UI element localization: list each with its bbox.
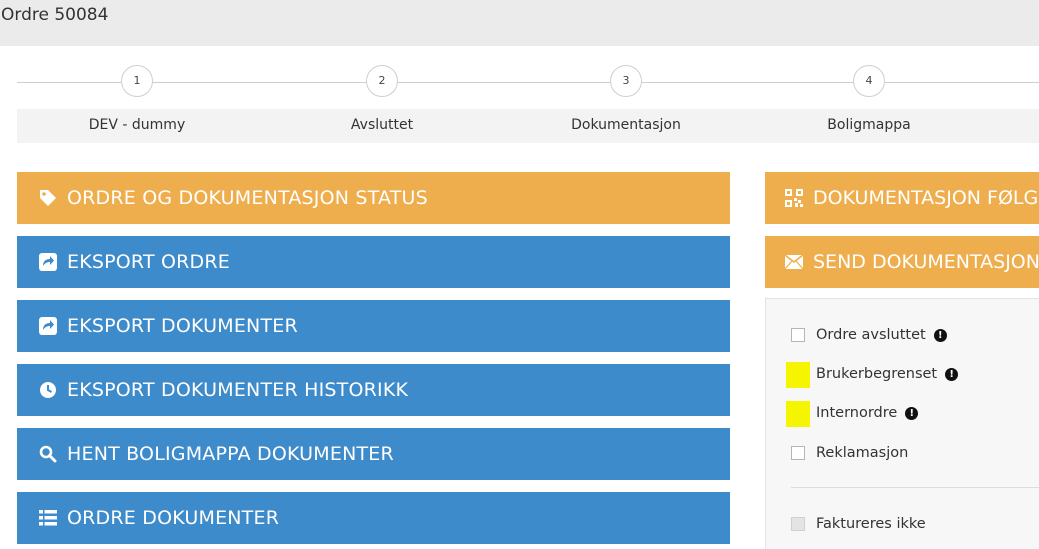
option-label: Reklamasjon	[816, 445, 909, 461]
button-label: EKSPORT DOKUMENTER	[67, 315, 298, 337]
clock-icon	[37, 379, 59, 401]
envelope-icon	[783, 251, 805, 273]
export-order-button[interactable]: EKSPORT ORDRE	[17, 236, 730, 288]
qrcode-icon	[783, 187, 805, 209]
tag-icon	[37, 187, 59, 209]
button-label: HENT BOLIGMAPPA DOKUMENTER	[67, 443, 394, 465]
option-label: Brukerbegrenset	[816, 366, 938, 382]
step-label[interactable]: DEV - dummy	[17, 117, 257, 133]
info-icon[interactable]: !	[933, 328, 947, 342]
option-not-invoiced[interactable]: Faktureres ikke	[791, 516, 926, 532]
send-documentation-button[interactable]: SEND DOKUMENTASJON	[765, 236, 1039, 288]
button-label: SEND DOKUMENTASJON	[813, 251, 1039, 273]
step-label[interactable]: Avsluttet	[262, 117, 502, 133]
checkbox	[791, 517, 805, 531]
info-icon[interactable]: !	[945, 367, 959, 381]
documentation-follow-button[interactable]: DOKUMENTASJON FØLG	[765, 172, 1039, 224]
info-icon[interactable]: !	[905, 406, 919, 420]
export-documents-button[interactable]: EKSPORT DOKUMENTER	[17, 300, 730, 352]
step-number[interactable]: 1	[121, 65, 153, 97]
option-complaint[interactable]: Reklamasjon	[791, 445, 908, 461]
stepper-line	[17, 82, 1039, 83]
button-label: DOKUMENTASJON FØLG	[813, 187, 1039, 209]
button-label: EKSPORT ORDRE	[67, 251, 230, 273]
export-documents-history-button[interactable]: EKSPORT DOKUMENTER HISTORIKK	[17, 364, 730, 416]
divider	[791, 487, 1039, 488]
checkbox[interactable]	[791, 446, 805, 460]
checkbox[interactable]	[791, 328, 805, 342]
highlight-marker	[786, 362, 810, 388]
option-label: Faktureres ikke	[816, 516, 926, 532]
button-label: ORDRE OG DOKUMENTASJON STATUS	[67, 187, 428, 209]
share-icon	[37, 315, 59, 337]
search-icon	[37, 443, 59, 465]
order-documents-button[interactable]: ORDRE DOKUMENTER	[17, 492, 730, 544]
highlight-marker	[786, 401, 810, 427]
step-number[interactable]: 4	[853, 65, 885, 97]
option-order-closed[interactable]: Ordre avsluttet !	[791, 327, 947, 343]
step-label[interactable]: Dokumentasjon	[506, 117, 746, 133]
fetch-boligmappa-documents-button[interactable]: HENT BOLIGMAPPA DOKUMENTER	[17, 428, 730, 480]
option-label: Ordre avsluttet	[816, 327, 926, 343]
button-label: ORDRE DOKUMENTER	[67, 507, 280, 529]
option-user-restricted[interactable]: Brukerbegrenset !	[791, 366, 959, 382]
list-icon	[37, 507, 59, 529]
progress-stepper: 1 2 3 4 DEV - dummy Avsluttet Dokumentas…	[0, 55, 1039, 150]
button-label: EKSPORT DOKUMENTER HISTORIKK	[67, 379, 409, 401]
option-internal-order[interactable]: Internordre !	[791, 405, 919, 421]
top-bar: Ordre 50084	[0, 0, 1039, 46]
share-icon	[37, 251, 59, 273]
option-label: Internordre	[816, 405, 898, 421]
step-label[interactable]: Boligmappa	[749, 117, 989, 133]
step-labels: DEV - dummy Avsluttet Dokumentasjon Boli…	[17, 109, 1039, 143]
step-number[interactable]: 2	[366, 65, 398, 97]
order-documentation-status-button[interactable]: ORDRE OG DOKUMENTASJON STATUS	[17, 172, 730, 224]
page-title: Ordre 50084	[1, 5, 109, 25]
step-number[interactable]: 3	[610, 65, 642, 97]
